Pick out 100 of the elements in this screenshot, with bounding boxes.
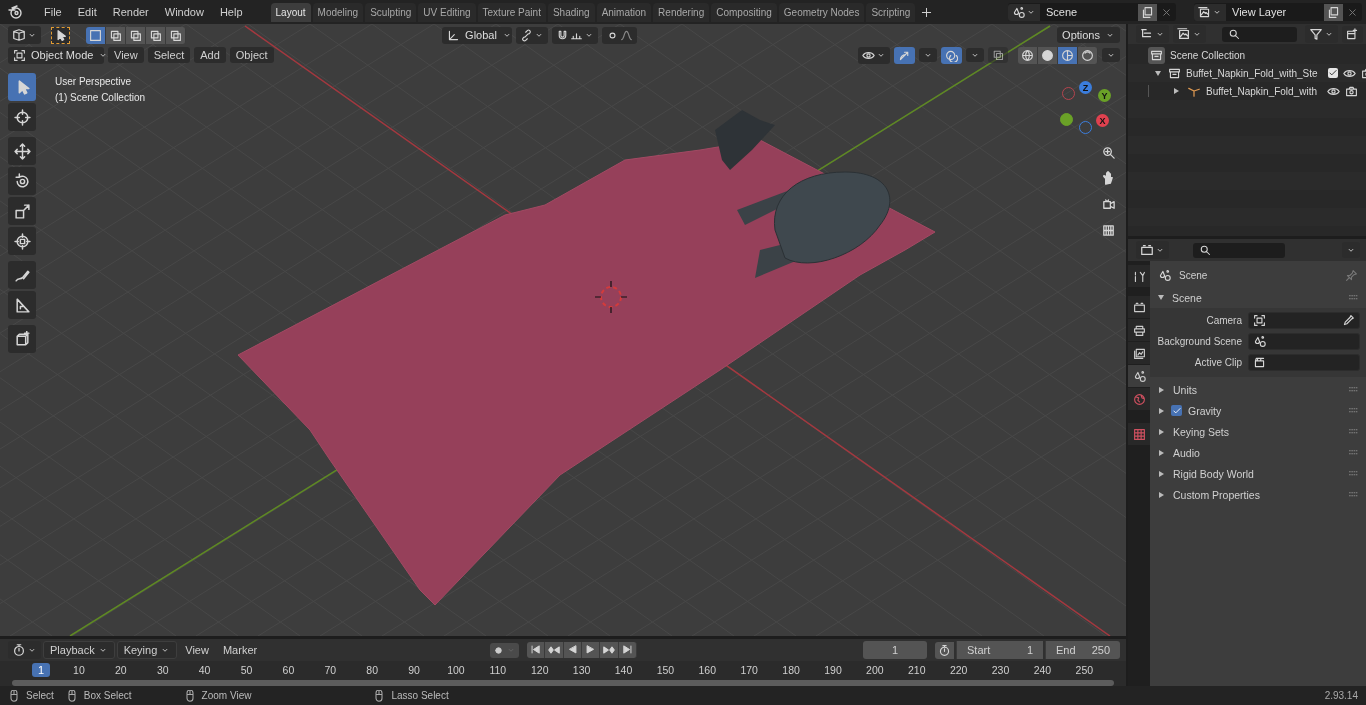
timeline-menu[interactable]: Marker bbox=[216, 642, 264, 658]
axis-gizmo-handle[interactable]: X bbox=[1096, 114, 1109, 127]
timeline-menu[interactable]: Keying bbox=[116, 641, 178, 659]
search-field[interactable] bbox=[1193, 242, 1285, 258]
expand-arrow-icon[interactable] bbox=[1158, 295, 1164, 300]
workspace-tab[interactable]: Modeling bbox=[312, 2, 364, 22]
expand-arrow-icon[interactable] bbox=[1159, 449, 1164, 456]
menu-item[interactable]: Edit bbox=[69, 6, 105, 18]
visibility-dropdown[interactable] bbox=[858, 46, 890, 64]
transform-tool-icon[interactable] bbox=[8, 227, 36, 255]
texture-tab-icon[interactable] bbox=[1128, 423, 1150, 445]
intersect-select-icon[interactable] bbox=[166, 26, 186, 44]
workspace-tab[interactable]: UV Editing bbox=[418, 2, 476, 22]
rendered-shading-icon[interactable] bbox=[1078, 46, 1098, 64]
expand-arrow-icon[interactable] bbox=[1174, 88, 1179, 94]
overlay-toggle[interactable] bbox=[941, 46, 962, 64]
blender-logo-icon[interactable] bbox=[8, 4, 24, 20]
workspace-tab[interactable]: Layout bbox=[270, 2, 311, 22]
expand-arrow-icon[interactable] bbox=[1159, 491, 1164, 498]
input-field[interactable] bbox=[1248, 333, 1360, 350]
add-cube-tool-icon[interactable] bbox=[8, 325, 36, 353]
panel-header[interactable]: Audio bbox=[1173, 446, 1200, 459]
start-frame-field[interactable]: Start 1 bbox=[956, 641, 1043, 659]
expand-arrow-icon[interactable] bbox=[1159, 428, 1164, 435]
scale-tool-icon[interactable] bbox=[8, 197, 36, 225]
outliner-item[interactable]: Buffet_Napkin_Fold_with_Ste bbox=[1186, 67, 1318, 79]
panel-header[interactable]: Scene bbox=[1172, 291, 1202, 304]
view-layer-dropdown[interactable] bbox=[1194, 3, 1226, 21]
outliner-item[interactable]: Scene Collection bbox=[1170, 49, 1246, 61]
exclude-checkbox[interactable] bbox=[1327, 68, 1338, 78]
move-tool-icon[interactable] bbox=[8, 137, 36, 165]
mode-dropdown[interactable]: Object Mode bbox=[8, 46, 104, 64]
gizmo-toggle[interactable] bbox=[894, 46, 915, 64]
workspace-tab[interactable]: Geometry Nodes bbox=[778, 2, 865, 22]
annotate-tool-icon[interactable] bbox=[8, 261, 36, 289]
render-tab-icon[interactable] bbox=[1128, 296, 1150, 318]
editor-type-dropdown[interactable] bbox=[8, 641, 41, 659]
output-tab-icon[interactable] bbox=[1128, 319, 1150, 341]
input-field[interactable] bbox=[1248, 354, 1360, 371]
menu-item[interactable]: File bbox=[36, 6, 70, 18]
workspace-tab[interactable]: Sculpting bbox=[365, 2, 417, 22]
snap-toggle[interactable] bbox=[552, 26, 599, 44]
pin-icon[interactable] bbox=[1345, 268, 1358, 282]
panel-checkbox[interactable] bbox=[1171, 405, 1182, 416]
extend-select-icon[interactable] bbox=[106, 26, 126, 44]
workspace-tab[interactable]: Rendering bbox=[653, 2, 710, 22]
current-frame-field[interactable]: 1 bbox=[863, 641, 927, 659]
cursor-tool-icon[interactable] bbox=[8, 103, 36, 131]
workspace-tab[interactable]: Animation bbox=[596, 2, 652, 22]
world-tab-icon[interactable] bbox=[1128, 388, 1150, 410]
input-field[interactable] bbox=[1248, 312, 1360, 329]
scene-tab-icon[interactable] bbox=[1128, 365, 1150, 387]
filter-dropdown[interactable] bbox=[1305, 25, 1338, 43]
panel-header[interactable]: Rigid Body World bbox=[1173, 467, 1254, 480]
xray-toggle[interactable] bbox=[988, 47, 1008, 63]
workspace-tab[interactable]: Shading bbox=[547, 2, 595, 22]
select-tool-icon[interactable] bbox=[51, 26, 70, 44]
viewport-menu[interactable]: Select bbox=[147, 47, 191, 63]
pivot-dropdown[interactable] bbox=[516, 26, 549, 44]
copy-icon[interactable] bbox=[1138, 3, 1157, 21]
menu-item[interactable]: Window bbox=[156, 6, 212, 18]
editor-type-dropdown[interactable] bbox=[8, 26, 41, 44]
editor-type-dropdown[interactable] bbox=[1136, 25, 1169, 43]
outliner-item[interactable]: Buffet_Napkin_Fold_with bbox=[1206, 85, 1317, 97]
workspace-tab[interactable]: Compositing bbox=[711, 2, 777, 22]
expand-arrow-icon[interactable] bbox=[1159, 470, 1164, 477]
copy-icon[interactable] bbox=[1324, 3, 1343, 21]
tool-tab-icon[interactable] bbox=[1128, 265, 1150, 287]
panel-header[interactable]: Keying Sets bbox=[1173, 425, 1230, 438]
menu-item[interactable]: Help bbox=[211, 6, 251, 18]
material-shading-icon[interactable] bbox=[1058, 46, 1078, 64]
box-select-icon[interactable] bbox=[86, 26, 106, 44]
display-mode-dropdown[interactable] bbox=[1173, 25, 1206, 43]
expand-arrow-icon[interactable] bbox=[1159, 386, 1164, 393]
viewport-menu[interactable]: View bbox=[108, 47, 144, 63]
subtract-select-icon[interactable] bbox=[126, 26, 146, 44]
panel-header[interactable]: Gravity bbox=[1188, 404, 1222, 417]
measure-tool-icon[interactable] bbox=[8, 291, 36, 319]
panel-header[interactable]: Units bbox=[1173, 383, 1197, 396]
menu-item[interactable]: Render bbox=[104, 6, 157, 18]
view-layer-tab-icon[interactable] bbox=[1128, 342, 1150, 364]
timeline-menu[interactable]: View bbox=[179, 642, 215, 658]
invert-select-icon[interactable] bbox=[146, 26, 166, 44]
search-field[interactable] bbox=[1222, 26, 1297, 42]
jump-start-button[interactable] bbox=[526, 642, 545, 658]
axis-gizmo-handle[interactable]: Z bbox=[1079, 81, 1092, 94]
scene-type-dropdown[interactable] bbox=[1008, 3, 1040, 21]
options-dropdown[interactable]: Options bbox=[1057, 27, 1120, 43]
stopwatch-icon[interactable] bbox=[935, 641, 954, 659]
timeline-menu[interactable]: Playback bbox=[43, 641, 115, 659]
viewport-menu[interactable]: Object bbox=[229, 47, 274, 63]
new-collection-icon[interactable] bbox=[1342, 25, 1363, 43]
editor-type-dropdown[interactable] bbox=[1136, 241, 1169, 259]
axis-gizmo-handle[interactable]: Y bbox=[1098, 89, 1111, 102]
solid-shading-icon[interactable] bbox=[1038, 46, 1058, 64]
workspace-tab[interactable]: Scripting bbox=[866, 2, 916, 22]
transform-orientation-dropdown[interactable]: Global bbox=[442, 26, 513, 44]
record-button[interactable] bbox=[489, 642, 519, 658]
proportional-edit-toggle[interactable] bbox=[602, 26, 638, 44]
workspace-tab[interactable]: Texture Paint bbox=[477, 2, 546, 22]
